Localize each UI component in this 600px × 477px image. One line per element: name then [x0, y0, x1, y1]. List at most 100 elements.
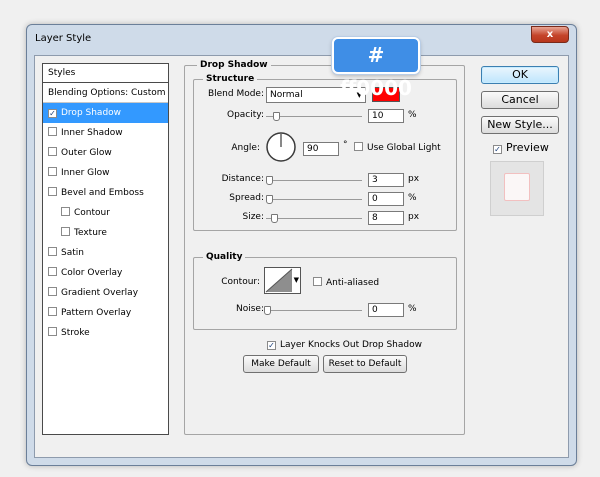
style-items: ✓ Drop Shadow Inner Shadow Outer Glow Inner …: [43, 103, 168, 343]
preview-checkbox[interactable]: ✓ Preview: [493, 141, 549, 154]
style-item-label: Inner Shadow: [61, 128, 123, 138]
spread-slider-track[interactable]: [266, 199, 362, 200]
noise-input[interactable]: 0: [368, 303, 404, 317]
noise-slider-track[interactable]: [266, 310, 362, 311]
style-item-outer-glow[interactable]: Outer Glow: [43, 143, 168, 163]
layer-knocks-out-box[interactable]: ✓: [267, 341, 276, 350]
style-item-drop-shadow[interactable]: ✓ Drop Shadow: [43, 103, 168, 123]
style-checkbox[interactable]: ✓: [48, 109, 57, 118]
style-checkbox[interactable]: [61, 227, 70, 236]
contour-label: Contour:: [221, 277, 260, 287]
blend-mode-label: Blend Mode:: [207, 89, 264, 99]
style-checkbox[interactable]: [48, 167, 57, 176]
ok-button[interactable]: OK: [481, 66, 559, 84]
size-label: Size:: [242, 212, 264, 222]
style-item-label: Drop Shadow: [61, 108, 122, 118]
style-item-satin[interactable]: Satin: [43, 243, 168, 263]
size-slider-thumb[interactable]: [271, 214, 278, 223]
style-item-label: Pattern Overlay: [61, 308, 132, 318]
style-checkbox[interactable]: [48, 247, 57, 256]
angle-input[interactable]: 90: [303, 142, 339, 156]
opacity-slider-thumb[interactable]: [272, 112, 280, 121]
distance-input[interactable]: 3: [368, 173, 404, 187]
blend-mode-value: Normal: [270, 90, 303, 100]
style-checkbox[interactable]: [48, 267, 57, 276]
dialog-body: Styles Blending Options: Custom ✓ Drop Sh…: [34, 55, 569, 458]
style-item-label: Satin: [61, 248, 84, 258]
distance-slider-thumb[interactable]: [266, 176, 273, 185]
layer-style-dialog: Layer Style x Styles Blending Options: C…: [26, 24, 577, 466]
panel-title: Drop Shadow: [197, 60, 271, 70]
noise-label: Noise:: [236, 304, 264, 314]
style-checkbox[interactable]: [48, 147, 57, 156]
style-item-label: Color Overlay: [61, 268, 123, 278]
style-item-inner-glow[interactable]: Inner Glow: [43, 163, 168, 183]
style-item-label: Contour: [74, 208, 110, 218]
distance-slider-track[interactable]: [266, 180, 362, 181]
style-item-texture[interactable]: Texture: [43, 223, 168, 243]
anti-aliased-box[interactable]: [313, 277, 322, 286]
style-item-label: Outer Glow: [61, 148, 112, 158]
layer-knocks-out-label: Layer Knocks Out Drop Shadow: [280, 340, 422, 350]
preview-box[interactable]: ✓: [493, 145, 502, 154]
opacity-input[interactable]: 10: [368, 109, 404, 123]
distance-unit: px: [408, 174, 420, 184]
close-button[interactable]: x: [531, 26, 569, 43]
drop-shadow-panel: Drop Shadow Structure Blend Mode: Normal…: [184, 60, 465, 435]
style-checkbox[interactable]: [48, 307, 57, 316]
angle-dial-icon[interactable]: [265, 131, 297, 163]
style-item-label: Texture: [74, 228, 107, 238]
style-item-label: Bevel and Emboss: [61, 188, 144, 198]
color-callout: # ff0000: [332, 37, 420, 100]
style-item-color-overlay[interactable]: Color Overlay: [43, 263, 168, 283]
use-global-light-checkbox[interactable]: Use Global Light: [354, 142, 441, 153]
styles-header[interactable]: Styles: [43, 64, 168, 83]
contour-curve-icon: [265, 268, 293, 293]
style-item-label: Inner Glow: [61, 168, 110, 178]
style-item-contour[interactable]: Contour: [43, 203, 168, 223]
reset-to-default-button[interactable]: Reset to Default: [323, 355, 407, 373]
size-input[interactable]: 8: [368, 211, 404, 225]
preview-thumbnail: [490, 161, 544, 216]
style-item-label: Stroke: [61, 328, 90, 338]
style-item-gradient-overlay[interactable]: Gradient Overlay: [43, 283, 168, 303]
style-item-inner-shadow[interactable]: Inner Shadow: [43, 123, 168, 143]
styles-list: Styles Blending Options: Custom ✓ Drop Sh…: [42, 63, 169, 435]
cancel-button[interactable]: Cancel: [481, 91, 559, 109]
opacity-slider-track[interactable]: [266, 116, 362, 117]
chevron-down-icon: ▼: [293, 276, 299, 284]
style-checkbox[interactable]: [48, 187, 57, 196]
structure-title: Structure: [203, 74, 258, 84]
window-title: Layer Style: [35, 33, 92, 44]
style-item-label: Gradient Overlay: [61, 288, 139, 298]
style-checkbox[interactable]: [48, 327, 57, 336]
style-checkbox[interactable]: [61, 207, 70, 216]
style-checkbox[interactable]: [48, 287, 57, 296]
size-unit: px: [408, 212, 420, 222]
noise-slider-thumb[interactable]: [264, 306, 271, 315]
use-global-light-box[interactable]: [354, 142, 363, 151]
spread-unit: %: [408, 193, 417, 203]
new-style-button[interactable]: New Style...: [481, 116, 559, 134]
noise-unit: %: [408, 304, 417, 314]
preview-shape: [504, 173, 530, 201]
style-item-pattern-overlay[interactable]: Pattern Overlay: [43, 303, 168, 323]
make-default-button[interactable]: Make Default: [243, 355, 319, 373]
style-item-stroke[interactable]: Stroke: [43, 323, 168, 343]
opacity-unit: %: [408, 110, 417, 120]
spread-slider-thumb[interactable]: [266, 195, 273, 204]
opacity-label: Opacity:: [227, 110, 264, 120]
angle-unit: °: [343, 140, 348, 150]
layer-knocks-out-checkbox[interactable]: ✓ Layer Knocks Out Drop Shadow: [267, 340, 422, 350]
preview-label: Preview: [506, 141, 549, 154]
spread-input[interactable]: 0: [368, 192, 404, 206]
anti-aliased-checkbox[interactable]: Anti-aliased: [313, 277, 379, 288]
use-global-light-label: Use Global Light: [367, 143, 441, 153]
style-checkbox[interactable]: [48, 127, 57, 136]
contour-picker[interactable]: ▼: [264, 267, 301, 294]
angle-label: Angle:: [231, 143, 260, 153]
structure-group: Structure Blend Mode: Normal ▼ Opacity: …: [193, 74, 457, 231]
size-slider-track[interactable]: [266, 218, 362, 219]
style-item-bevel-and-emboss[interactable]: Bevel and Emboss: [43, 183, 168, 203]
blending-options-item[interactable]: Blending Options: Custom: [43, 83, 168, 103]
